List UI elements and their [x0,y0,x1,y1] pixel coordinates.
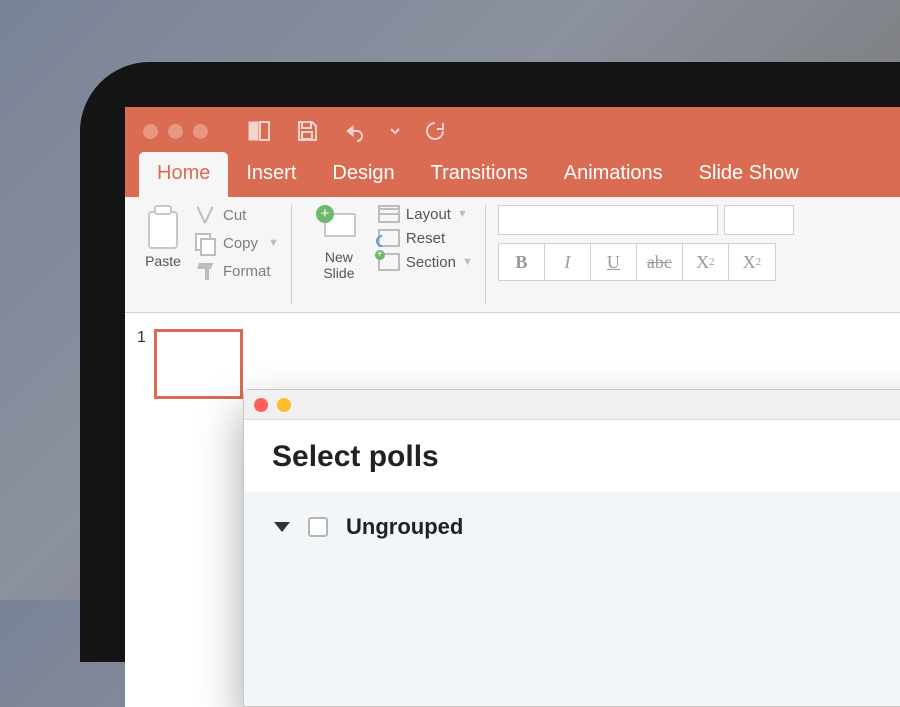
copy-button[interactable]: Copy ▼ [195,233,279,253]
font-format-row: B I U abc X2 X2 [498,243,776,281]
expand-icon[interactable] [274,522,290,532]
section-label: Section [406,254,456,271]
monitor-bezel: Home Insert Design Transitions Animation… [80,62,900,662]
polls-body: Ungrouped [244,492,900,706]
reset-icon [378,229,400,247]
slide-thumbnails-panel: 1 [125,313,255,707]
save-icon[interactable] [294,119,320,143]
undo-icon[interactable] [342,119,368,143]
tab-animations[interactable]: Animations [546,152,681,197]
copy-label: Copy [223,235,258,252]
slides-group: + New Slide Layout ▼ Reset [304,205,473,304]
layout-icon [378,205,400,223]
app-titlebar [125,107,900,155]
paintbrush-icon [195,261,215,281]
tab-design[interactable]: Design [314,152,412,197]
group-separator [291,205,292,304]
slide-preview [154,329,243,399]
ribbon: Paste Cut Copy ▼ Format [125,197,900,313]
cut-label: Cut [223,207,246,224]
polls-window: Select polls Ungrouped [243,389,900,707]
window-arrange-icon[interactable] [246,119,272,143]
format-painter-button[interactable]: Format [195,261,279,281]
section-button[interactable]: Section ▼ [378,253,473,271]
layout-button[interactable]: Layout ▼ [378,205,473,223]
subscript-button[interactable]: X2 [729,244,775,280]
tab-home[interactable]: Home [139,152,228,197]
slide-number: 1 [137,329,146,399]
new-slide-label: New Slide [323,249,354,281]
window-zoom-dot[interactable] [193,124,208,139]
slide-thumbnail[interactable]: 1 [137,329,243,399]
group-separator [485,205,486,304]
layout-label: Layout [406,206,451,223]
polls-title: Select polls [272,440,439,474]
format-label: Format [223,263,271,280]
font-size-combo[interactable] [724,205,794,235]
undo-dropdown-icon[interactable] [390,119,400,143]
copy-icon [195,233,215,253]
chevron-down-icon: ▼ [268,237,279,249]
polls-minimize-dot[interactable] [277,398,291,412]
font-family-combo[interactable] [498,205,718,235]
new-slide-button[interactable]: + New Slide [304,205,374,281]
group-name: Ungrouped [346,514,463,540]
chevron-down-icon: ▼ [462,256,473,268]
scissors-icon [195,205,215,225]
chevron-down-icon: ▼ [457,208,468,220]
polls-close-dot[interactable] [254,398,268,412]
underline-button[interactable]: U [591,244,637,280]
ribbon-tabstrip: Home Insert Design Transitions Animation… [125,155,900,197]
reset-label: Reset [406,230,445,247]
new-slide-icon: + [314,205,364,245]
font-group: B I U abc X2 X2 [498,205,794,304]
paste-button[interactable]: Paste [135,205,191,269]
tab-transitions[interactable]: Transitions [413,152,546,197]
repeat-icon[interactable] [422,119,448,143]
tab-slideshow[interactable]: Slide Show [681,152,817,197]
screen: Home Insert Design Transitions Animation… [125,107,900,707]
poll-group-row: Ungrouped [274,514,900,540]
window-minimize-dot[interactable] [168,124,183,139]
strikethrough-button[interactable]: abc [637,244,683,280]
reset-button[interactable]: Reset [378,229,473,247]
polls-header: Select polls [244,420,900,492]
paste-label: Paste [145,253,181,269]
polls-titlebar[interactable] [244,390,900,420]
group-checkbox[interactable] [308,517,328,537]
section-icon [378,253,400,271]
clipboard-group: Paste Cut Copy ▼ Format [135,205,279,304]
italic-button[interactable]: I [545,244,591,280]
window-close-dot[interactable] [143,124,158,139]
clipboard-icon [145,205,181,249]
cut-button[interactable]: Cut [195,205,279,225]
bold-button[interactable]: B [499,244,545,280]
superscript-button[interactable]: X2 [683,244,729,280]
tab-insert[interactable]: Insert [228,152,314,197]
